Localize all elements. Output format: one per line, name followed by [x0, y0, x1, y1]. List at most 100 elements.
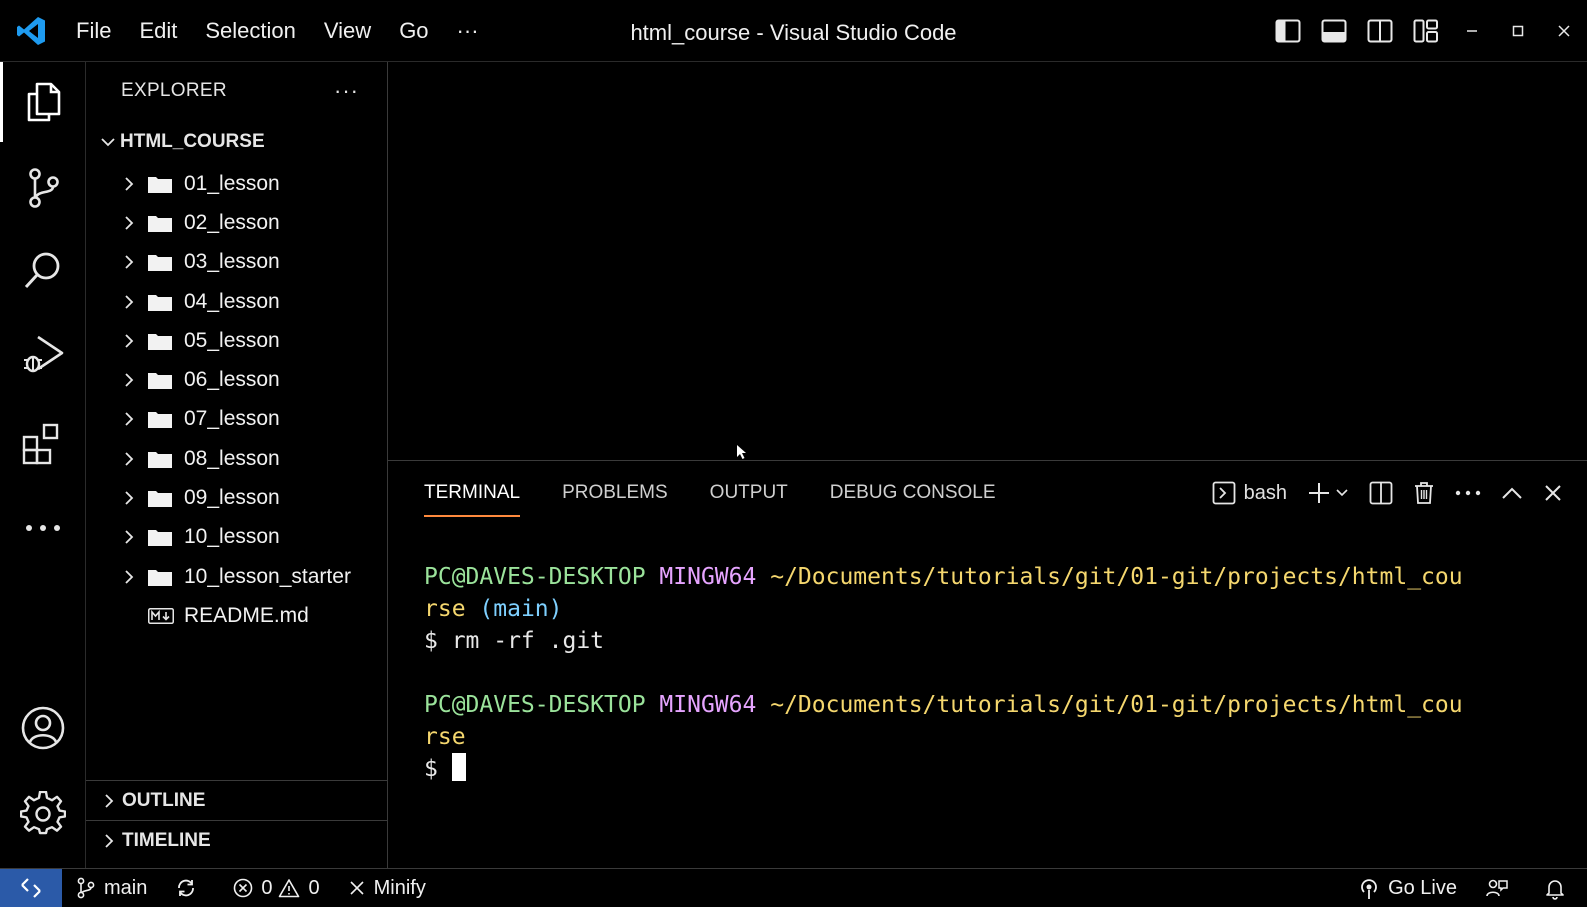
chevron-right-icon [116, 451, 142, 467]
menu-view[interactable]: View [310, 0, 385, 62]
tree-folder-01-lesson[interactable]: 01_lesson [86, 164, 387, 203]
minify-label: Minify [373, 876, 426, 899]
chevron-right-icon [96, 793, 122, 809]
feedback-icon[interactable] [1471, 869, 1531, 907]
editor-area[interactable] [388, 62, 1587, 460]
close-panel-icon[interactable] [1533, 461, 1573, 525]
terminal-prompt-symbol: $ [424, 756, 438, 782]
toggle-panel-icon[interactable] [1311, 0, 1357, 62]
maximize-panel-icon[interactable] [1491, 461, 1533, 525]
menu-go[interactable]: Go [385, 0, 442, 62]
tree-item-label: 10_lesson_starter [184, 564, 351, 588]
tree-item-label: 02_lesson [184, 210, 280, 234]
tree-folder-03-lesson[interactable]: 03_lesson [86, 243, 387, 282]
tree-item-label: 05_lesson [184, 328, 280, 352]
tree-file-readme[interactable]: README.md [86, 596, 387, 635]
tab-problems[interactable]: PROBLEMS [562, 461, 668, 525]
folder-icon [148, 255, 172, 272]
timeline-section[interactable]: TIMELINE [86, 820, 388, 860]
panel-tabs: TERMINAL PROBLEMS OUTPUT DEBUG CONSOLE b… [388, 461, 1587, 525]
menu-selection[interactable]: Selection [191, 0, 310, 62]
toggle-secondary-sidebar-icon[interactable] [1357, 0, 1403, 62]
vscode-logo-icon[interactable] [0, 0, 62, 62]
tree-folder-08-lesson[interactable]: 08_lesson [86, 439, 387, 478]
tree-folder-10-lesson[interactable]: 10_lesson [86, 518, 387, 557]
terminal-prompt-line: PC@DAVES-DESKTOP MINGW64 ~/Documents/tut… [424, 689, 1567, 721]
chevron-right-icon [116, 333, 142, 349]
tree-folder-10-lesson-starter[interactable]: 10_lesson_starter [86, 557, 387, 596]
terminal-user: PC@DAVES-DESKTOP [424, 692, 646, 718]
source-control-icon[interactable] [0, 148, 86, 228]
go-live-button[interactable]: Go Live [1344, 869, 1471, 907]
minify-button[interactable]: Minify [334, 869, 440, 907]
toggle-primary-sidebar-icon[interactable] [1265, 0, 1311, 62]
explorer-sidebar: EXPLORER ··· HTML_COURSE 01_lesson 02_le… [86, 62, 388, 868]
workspace-root-folder[interactable]: HTML_COURSE [86, 120, 387, 164]
tree-folder-05-lesson[interactable]: 05_lesson [86, 321, 387, 360]
chevron-right-icon [116, 176, 142, 192]
tree-item-label: 08_lesson [184, 446, 280, 470]
chevron-right-icon [116, 254, 142, 270]
tree-item-label: README.md [184, 603, 309, 627]
settings-gear-icon[interactable] [0, 774, 86, 854]
panel-more-actions-icon[interactable] [1445, 461, 1491, 525]
menu-more[interactable]: ··· [443, 0, 493, 62]
remote-indicator-icon[interactable] [0, 868, 62, 907]
chevron-down-icon [96, 136, 120, 148]
minify-close-icon [350, 881, 364, 895]
tab-output[interactable]: OUTPUT [710, 461, 788, 525]
status-bar: main 0 0 Minify Go Live [0, 868, 1587, 907]
run-debug-icon[interactable] [0, 314, 86, 394]
chevron-right-icon [96, 833, 122, 849]
outline-label: OUTLINE [122, 789, 206, 811]
split-terminal-icon[interactable] [1359, 461, 1403, 525]
shell-name: bash [1243, 481, 1287, 504]
explorer-header: EXPLORER ··· [86, 62, 387, 120]
tree-item-label: 10_lesson [184, 525, 280, 549]
terminal-host: MINGW64 [659, 692, 757, 718]
minimize-icon[interactable] [1449, 0, 1495, 62]
more-icon[interactable] [0, 488, 86, 568]
tab-debug-console[interactable]: DEBUG CONSOLE [830, 461, 996, 525]
error-icon [234, 878, 253, 898]
folder-icon [148, 412, 172, 429]
terminal-shell-selector[interactable]: bash [1202, 461, 1297, 525]
outline-section[interactable]: OUTLINE [86, 780, 388, 820]
customize-layout-icon[interactable] [1403, 0, 1449, 62]
extensions-icon[interactable] [0, 404, 86, 484]
tree-folder-06-lesson[interactable]: 06_lesson [86, 360, 387, 399]
explorer-title: EXPLORER [121, 80, 227, 101]
close-window-icon[interactable] [1541, 0, 1587, 62]
terminal-input-line[interactable]: $ [424, 753, 1567, 785]
problems-status[interactable]: 0 0 [219, 869, 333, 907]
tree-folder-09-lesson[interactable]: 09_lesson [86, 478, 387, 517]
chevron-right-icon [116, 294, 142, 310]
notifications-bell-icon[interactable] [1531, 869, 1587, 907]
branch-status[interactable]: main [62, 869, 161, 907]
account-icon[interactable] [0, 688, 86, 768]
folder-icon [148, 333, 172, 350]
search-icon[interactable] [0, 230, 86, 310]
folder-icon [148, 176, 172, 193]
tree-folder-07-lesson[interactable]: 07_lesson [86, 400, 387, 439]
folder-icon [148, 451, 172, 468]
tab-terminal[interactable]: TERMINAL [424, 461, 521, 525]
explorer-more-actions[interactable]: ··· [334, 78, 359, 104]
new-terminal-icon[interactable] [1297, 461, 1359, 525]
terminal-output[interactable]: PC@DAVES-DESKTOP MINGW64 ~/Documents/tut… [424, 561, 1567, 785]
markdown-icon [148, 607, 174, 624]
chevron-right-icon [116, 215, 142, 231]
maximize-icon[interactable] [1495, 0, 1541, 62]
menu-file[interactable]: File [62, 0, 125, 62]
explorer-icon[interactable] [0, 62, 86, 142]
kill-terminal-trash-icon[interactable] [1403, 461, 1445, 525]
tree-folder-02-lesson[interactable]: 02_lesson [86, 203, 387, 242]
timeline-label: TIMELINE [122, 829, 211, 851]
sync-icon[interactable] [161, 869, 219, 907]
error-count: 0 [261, 876, 273, 899]
folder-icon [148, 294, 172, 311]
menu-edit[interactable]: Edit [125, 0, 191, 62]
tree-folder-04-lesson[interactable]: 04_lesson [86, 282, 387, 321]
folder-icon [148, 215, 172, 232]
